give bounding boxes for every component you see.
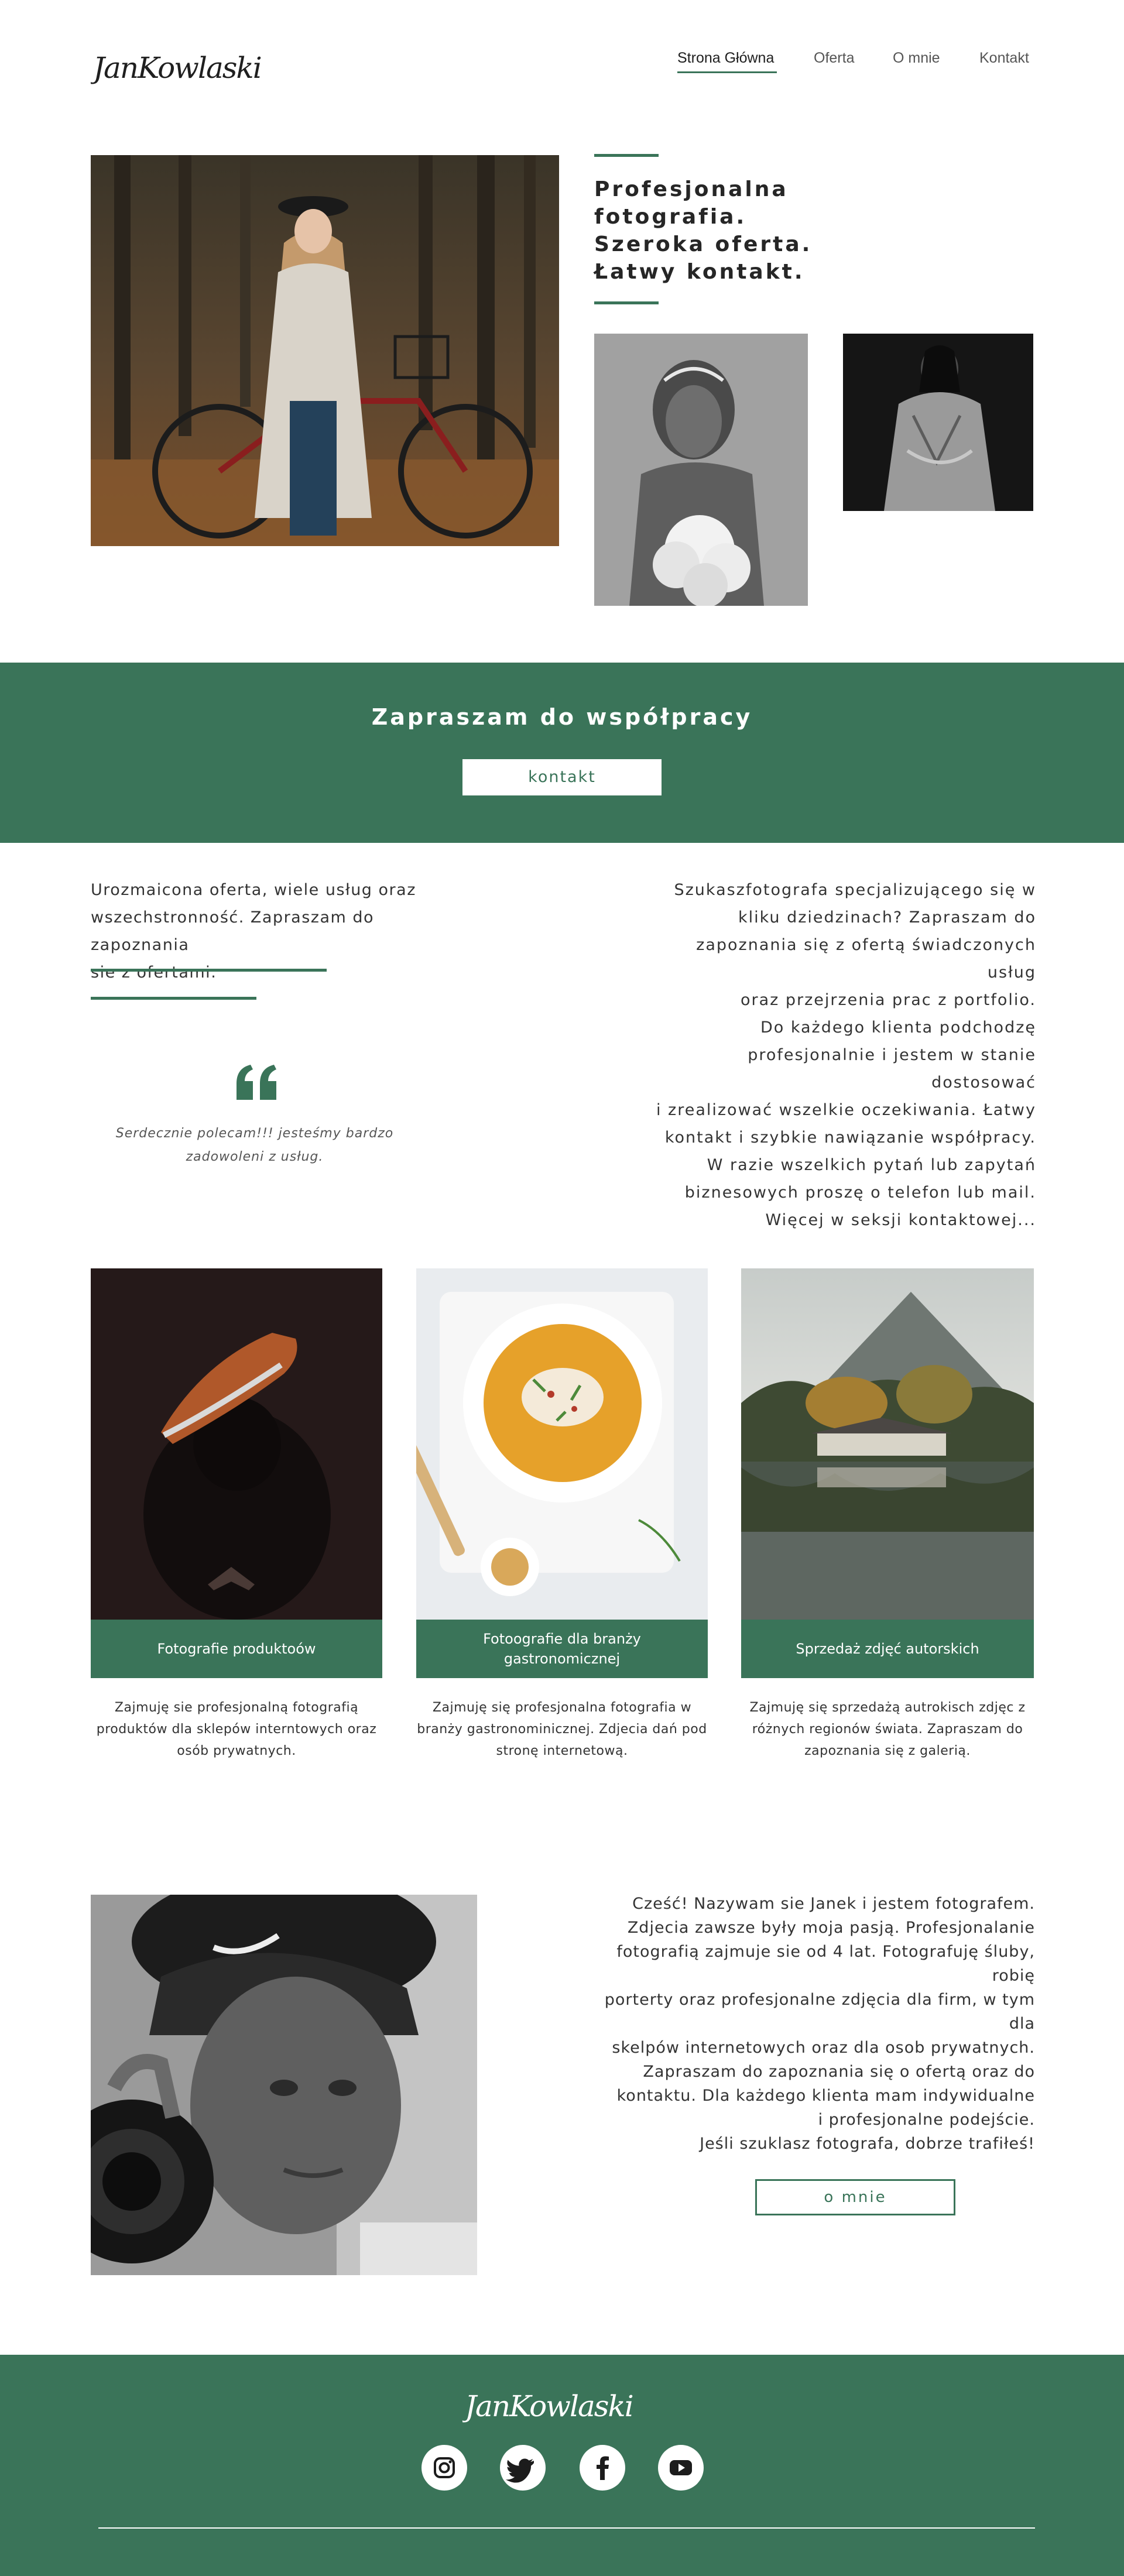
service-desc-line: Zajmuję się sprzedażą autrokisch zdjęc z xyxy=(749,1700,1026,1715)
twitter-icon[interactable] xyxy=(500,2445,546,2491)
intro-right-line: oraz przejrzenia prac z portfolio. xyxy=(740,991,1036,1009)
nav-home[interactable]: Strona Główna xyxy=(677,50,774,67)
about-line: fotografią zajmuje sie od 4 lat. Fotogra… xyxy=(616,1943,1035,1985)
about-line: Zdjecia zawsze były moja pasją. Profesjo… xyxy=(627,1919,1035,1937)
service-desc-gastronomy: Zajmuję się profesjonalna fotografia w b… xyxy=(416,1697,708,1762)
service-label-author-photos[interactable]: Sprzedaż zdjęć autorskich xyxy=(741,1620,1034,1678)
service-desc-author-photos: Zajmuję się sprzedażą autrokisch zdjęc z… xyxy=(741,1697,1034,1762)
intro-right-line: Do każdego klienta podchodzę xyxy=(760,1018,1036,1037)
about-me-button[interactable]: o mnie xyxy=(755,2179,955,2215)
service-desc-line: branży gastronominicznej. Zdjecia dań po… xyxy=(417,1722,707,1737)
about-line: Zapraszam do zapoznania się o ofertą ora… xyxy=(643,2063,1035,2081)
intro-rule-short xyxy=(91,997,256,1000)
hero-heading-line: Profesjonalna xyxy=(594,177,789,201)
intro-right-line: profesjonalnie i jestem w stanie dostoso… xyxy=(748,1046,1036,1092)
hero-rule-top xyxy=(594,154,659,157)
nav-contact[interactable]: Kontakt xyxy=(979,50,1029,67)
intro-right-text: Szukaszfotografa specjalizującego się w … xyxy=(644,876,1036,1234)
youtube-icon[interactable] xyxy=(658,2445,704,2491)
intro-right-line: i zrealizować wszelkie oczekiwania. Łatw… xyxy=(656,1101,1036,1119)
intro-right-line: kontakt i szybkie nawiązanie współpracy. xyxy=(664,1128,1036,1147)
site-logo[interactable]: JanKowlaski xyxy=(88,32,290,102)
service-desc-line: osób prywatnych. xyxy=(177,1744,296,1758)
intro-right-line: W razie wszelkich pytań lub zapytań xyxy=(707,1156,1036,1174)
service-label-line: gastronomicznej xyxy=(503,1651,621,1667)
service-label-line: Fotografie produktoów xyxy=(157,1641,316,1657)
footer-logo[interactable]: JanKowlaski xyxy=(460,2371,662,2441)
service-desc-line: Zajmuję sie profesjonalną fotografią xyxy=(114,1700,359,1715)
hero-photo-forest-bicycle xyxy=(91,155,559,546)
hero-heading-line: Szeroka oferta. xyxy=(594,232,813,256)
about-line: Jeśli szuklasz fotografa, dobrze trafiłe… xyxy=(700,2135,1035,2153)
service-label-line: Fotoografie dla branży xyxy=(483,1631,641,1647)
hero-photo-portrait-coat xyxy=(843,334,1033,511)
about-photo-photographer xyxy=(91,1895,477,2275)
service-photo-soup[interactable] xyxy=(416,1268,708,1620)
testimonial-line: Serdecznie polecam!!! jesteśmy bardzo xyxy=(115,1126,394,1141)
logo-signature: JanKowlaski xyxy=(88,51,262,85)
service-desc-line: różnych regionów świata. Zapraszam do xyxy=(752,1722,1023,1737)
hero-rule-bottom xyxy=(594,301,659,304)
service-desc-line: Zajmuję się profesjonalna fotografia w xyxy=(432,1700,692,1715)
service-label-line: Sprzedaż zdjęć autorskich xyxy=(796,1641,979,1657)
hero-heading-line: Łatwy kontakt. xyxy=(594,260,805,284)
footer-divider xyxy=(98,2527,1035,2529)
nav-active-underline xyxy=(677,71,777,73)
intro-right-line: kliku dziedzinach? Zapraszam do xyxy=(738,908,1036,927)
about-line: i profesjonalne podejście. xyxy=(818,2111,1035,2129)
about-line: skelpów internetowych oraz dla osob pryw… xyxy=(612,2039,1035,2057)
testimonial-line: zadowoleni z usług. xyxy=(186,1150,324,1164)
intro-right-line: biznesowych proszę o telefon lub mail. xyxy=(684,1184,1036,1202)
footer-logo-text: JanKowlaski xyxy=(462,2389,633,2423)
intro-left-line: wszechstronność. Zapraszam do zapoznania xyxy=(91,908,375,954)
hero-heading: Profesjonalna fotografia. Szeroka oferta… xyxy=(594,176,852,286)
hero-heading-line: fotografia. xyxy=(594,205,747,229)
intro-rule-long xyxy=(91,969,327,972)
service-label-products[interactable]: Fotografie produktoów xyxy=(91,1620,382,1678)
intro-right-line: Więcej w seksji kontaktowej... xyxy=(765,1211,1036,1229)
testimonial-quote: Serdecznie polecam!!! jesteśmy bardzo za… xyxy=(91,1122,419,1169)
nav-offer[interactable]: Oferta xyxy=(814,50,854,67)
service-desc-line: zapoznania się z galerią. xyxy=(804,1744,971,1758)
service-label-gastronomy[interactable]: Fotoografie dla branży gastronomicznej xyxy=(416,1620,708,1678)
about-text: Cześć! Nazywam sie Janek i jestem fotogr… xyxy=(585,1892,1035,2156)
contact-button[interactable]: kontakt xyxy=(462,759,662,795)
intro-left-line: sie z ofertami. xyxy=(91,963,217,982)
cta-title: Zapraszam do współpracy xyxy=(371,704,753,730)
hero-photo-bride xyxy=(594,334,808,606)
nav-about[interactable]: O mnie xyxy=(893,50,940,67)
footer-logo-signature: JanKowlaski xyxy=(460,2389,634,2423)
logo-text: JanKowlaski xyxy=(91,51,261,85)
instagram-icon[interactable] xyxy=(422,2445,467,2491)
service-desc-products: Zajmuję sie profesjonalną fotografią pro… xyxy=(91,1697,382,1762)
about-line: porterty oraz profesjonalne zdjęcia dla … xyxy=(604,1991,1035,2033)
intro-right-line: zapoznania się z ofertą świadczonych usł… xyxy=(696,936,1036,982)
service-desc-line: stronę internetową. xyxy=(496,1744,628,1758)
quote-icon xyxy=(234,1062,281,1103)
cta-band xyxy=(0,663,1124,843)
facebook-icon[interactable] xyxy=(580,2445,625,2491)
service-desc-line: produktów dla sklepów interntowych oraz xyxy=(96,1722,377,1737)
service-photo-shoe[interactable] xyxy=(91,1268,382,1620)
about-line: Cześć! Nazywam sie Janek i jestem fotogr… xyxy=(632,1895,1035,1913)
about-line: kontaktu. Dla każdego klienta mam indywi… xyxy=(616,2087,1035,2105)
service-photo-landscape[interactable] xyxy=(741,1268,1034,1620)
intro-right-line: Szukaszfotografa specjalizującego się w xyxy=(674,881,1036,899)
intro-left-line: Urozmaicona oferta, wiele usług oraz xyxy=(91,881,416,899)
